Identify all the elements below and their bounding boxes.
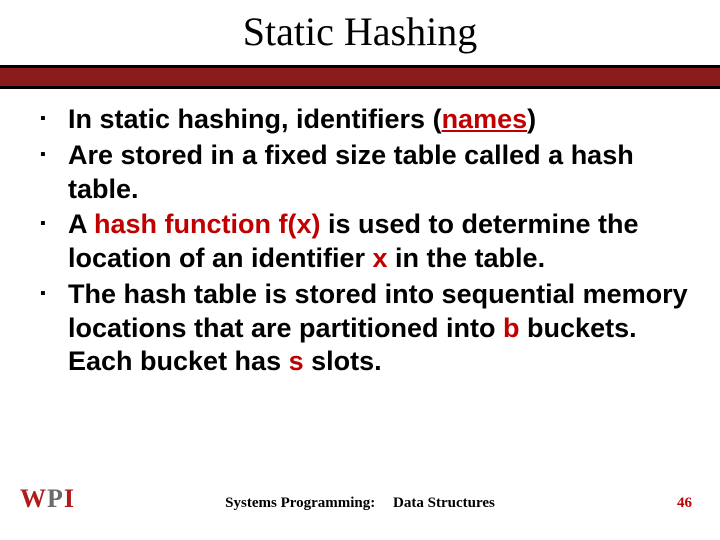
bullet-1: In static hashing, identifiers (names) (40, 103, 698, 137)
bullet-3: A hash function f(x) is used to determin… (40, 208, 698, 276)
bullet-1-text-a: In static hashing, identifiers ( (68, 104, 442, 134)
bullet-1-names: names (442, 104, 528, 134)
bullet-list: In static hashing, identifiers (names) A… (40, 103, 698, 379)
footer-center: Systems Programming: Data Structures (0, 495, 720, 512)
bullet-3-text-e: in the table. (388, 243, 546, 273)
bullet-4: The hash table is stored into sequential… (40, 278, 698, 379)
bullet-3-x: x (373, 243, 388, 273)
divider-band (0, 65, 720, 89)
slide-title: Static Hashing (0, 8, 720, 55)
bullet-4-b: b (503, 313, 520, 343)
page-number: 46 (677, 495, 692, 512)
bullet-4-text-e: slots. (304, 346, 382, 376)
bullet-3-text-a: A (68, 209, 94, 239)
footer: WPI Systems Programming: Data Structures… (0, 482, 720, 516)
footer-text-left: Systems Programming: (225, 495, 375, 511)
bullet-4-s: s (289, 346, 304, 376)
bullet-2: Are stored in a fixed size table called … (40, 139, 698, 207)
slide-body: In static hashing, identifiers (names) A… (0, 89, 720, 379)
bullet-3-hashfn: hash function f(x) (94, 209, 320, 239)
title-area: Static Hashing (0, 0, 720, 65)
footer-text-right: Data Structures (393, 495, 495, 511)
bullet-2-text: Are stored in a fixed size table called … (68, 140, 634, 204)
bullet-1-text-c: ) (527, 104, 536, 134)
